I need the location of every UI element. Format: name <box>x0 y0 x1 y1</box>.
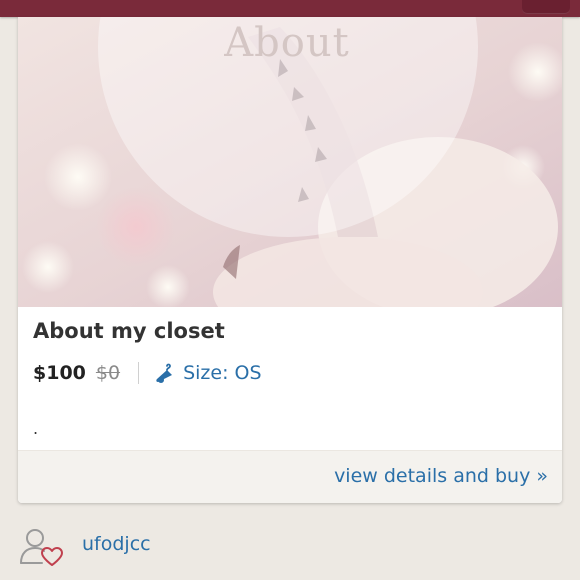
seller-username[interactable]: ufodjcc <box>82 533 151 555</box>
person-heart-icon[interactable] <box>18 527 64 567</box>
listing-title[interactable]: About my closet <box>33 319 225 343</box>
header-menu-button[interactable] <box>522 0 570 14</box>
listing-footer: view details and buy » <box>18 450 562 503</box>
original-price: $0 <box>95 362 121 384</box>
size-label: Size: OS <box>183 362 262 384</box>
listing-card[interactable]: About About my closet $100 $0 Size: OS .… <box>18 17 562 503</box>
app-header-bar <box>0 0 580 17</box>
view-details-buy-link[interactable]: view details and buy » <box>334 465 548 487</box>
hanger-icon <box>153 362 175 384</box>
listing-price: $100 <box>33 362 86 384</box>
listing-info: About my closet $100 $0 Size: OS . <box>18 307 562 450</box>
photo-overlay-text: About <box>224 20 350 66</box>
divider <box>138 362 140 384</box>
listing-photo[interactable]: About <box>18 17 562 307</box>
listing-description: . <box>33 419 39 438</box>
seller-row: ufodjcc <box>18 527 151 567</box>
price-size-row: $100 $0 Size: OS <box>33 360 262 386</box>
